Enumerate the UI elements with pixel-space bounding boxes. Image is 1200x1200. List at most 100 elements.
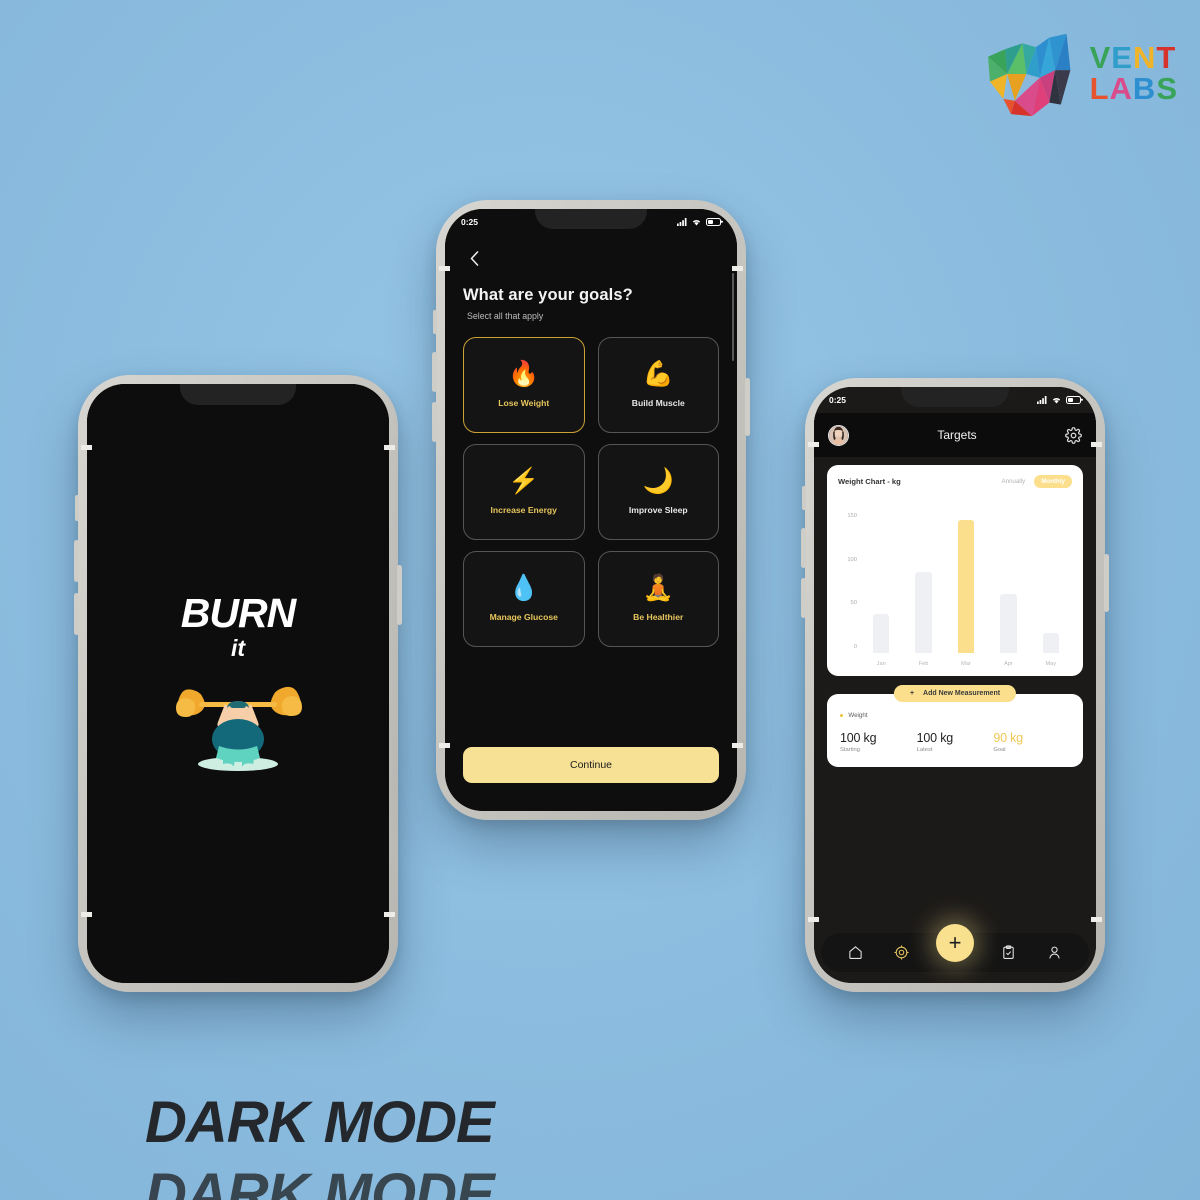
status-bar: 0:25 <box>814 387 1096 413</box>
metric-dot-icon <box>840 713 844 718</box>
antenna-line <box>1091 442 1102 447</box>
volume-up-button[interactable] <box>801 528 806 568</box>
stat-key: Latest <box>916 747 933 753</box>
antenna-line <box>439 743 450 748</box>
phone-screen-goals: 0:25 What are your goals? Select all tha… <box>445 209 737 811</box>
volume-down-button[interactable] <box>432 402 437 442</box>
antenna-line <box>81 445 92 450</box>
gear-icon[interactable] <box>1065 426 1082 444</box>
antenna-line <box>384 912 395 917</box>
range-toggle: Annually Monthly <box>995 475 1072 488</box>
chart-bar[interactable] <box>1042 632 1059 653</box>
y-tick-label: 100 <box>847 556 857 563</box>
caption-dark-mode-secondary: DARK MODE <box>145 1162 495 1200</box>
home-icon[interactable] <box>848 945 863 960</box>
target-icon[interactable] <box>894 945 909 960</box>
phone-mockup-splash: BURN it <box>74 375 402 992</box>
wifi-icon <box>692 220 701 226</box>
add-button-label: Add New Measurement <box>923 690 1001 697</box>
antenna-line <box>384 445 395 450</box>
chart-bar[interactable] <box>957 520 975 653</box>
stat-value: 90 kg <box>993 731 1023 745</box>
app-header: Targets <box>814 413 1096 457</box>
goal-card-build-muscle[interactable]: 💪 Build Muscle <box>597 337 719 433</box>
add-fab-button[interactable]: + <box>936 924 974 962</box>
page-title: Targets <box>937 428 977 442</box>
chevron-left-icon <box>470 250 478 266</box>
logo-burn-text: BURN <box>180 590 296 636</box>
meditation-icon: 🧘 <box>642 574 674 602</box>
power-button[interactable] <box>745 378 750 436</box>
goal-card-label: Increase Energy <box>490 505 557 515</box>
metric-label: Weight <box>848 712 868 719</box>
back-button[interactable] <box>463 247 485 269</box>
mute-switch[interactable] <box>802 486 806 510</box>
bar-group[interactable]: Apr <box>994 500 1024 667</box>
biceps-icon: 💪 <box>642 360 674 388</box>
goal-card-increase-energy[interactable]: ⚡ Increase Energy <box>463 444 585 540</box>
y-axis: 0 50 100 150 <box>838 500 860 668</box>
volume-down-button[interactable] <box>801 578 806 618</box>
bar-group[interactable]: Mar <box>951 500 981 667</box>
power-button[interactable] <box>1104 554 1109 612</box>
y-tick-label: 50 <box>850 600 857 607</box>
mute-switch[interactable] <box>75 495 79 521</box>
chart-bar[interactable] <box>915 571 932 653</box>
bottom-navigation: + <box>821 924 1089 974</box>
x-tick-label: Jan <box>876 661 886 667</box>
bar-group[interactable]: Feb <box>909 500 939 667</box>
volume-up-button[interactable] <box>432 352 437 392</box>
person-icon[interactable] <box>1047 945 1062 960</box>
phone-screen-splash: BURN it <box>87 384 389 983</box>
stat-goal: 90 kg Goal <box>993 731 1070 753</box>
goal-card-grid: 🔥 Lose Weight 💪 Build Muscle ⚡ Increase … <box>463 337 719 647</box>
power-button[interactable] <box>397 565 402 625</box>
antenna-line <box>439 266 450 271</box>
stat-key: Goal <box>993 747 1006 753</box>
range-option-monthly[interactable]: Monthly <box>1034 475 1072 488</box>
brand-logo: VENT LABS <box>986 28 1178 118</box>
battery-icon <box>706 218 721 226</box>
antenna-line <box>732 266 743 271</box>
x-tick-label: May <box>1045 661 1057 667</box>
chart-bar[interactable] <box>873 613 890 653</box>
splash-screen: BURN it <box>87 384 389 983</box>
antenna-line <box>808 917 819 922</box>
goal-card-improve-sleep[interactable]: 🌙 Improve Sleep <box>597 444 719 540</box>
chart-header: Weight Chart - kg Annually Monthly <box>838 475 1072 488</box>
avatar[interactable] <box>828 424 849 446</box>
volume-up-button[interactable] <box>74 540 79 582</box>
antenna-line <box>1091 917 1102 922</box>
add-new-measurement-button[interactable]: + Add New Measurement <box>893 685 1017 702</box>
cellular-signal-icon <box>1037 396 1047 404</box>
measurement-section: + Add New Measurement Weight 100 kg Star… <box>827 685 1083 767</box>
volume-down-button[interactable] <box>74 593 79 635</box>
moon-zzz-icon: 🌙 <box>642 467 674 495</box>
x-tick-label: Apr <box>1004 661 1013 667</box>
stats-row: 100 kg Starting 100 kg Latest 90 kg Goal <box>840 731 1070 753</box>
brand-line-1: VENT <box>1089 40 1177 75</box>
goal-card-label: Manage Glucose <box>489 612 558 622</box>
metric-row: Weight <box>840 712 1070 719</box>
scroll-indicator[interactable] <box>732 273 734 361</box>
stat-value: 100 kg <box>916 731 954 745</box>
mute-switch[interactable] <box>433 310 437 334</box>
bar-group[interactable]: Jan <box>866 500 896 667</box>
goal-card-be-healthier[interactable]: 🧘 Be Healthier <box>597 551 719 647</box>
bar-chart: 0 50 100 150 Jan Feb Mar Apr May <box>838 500 1072 668</box>
page-subtitle: Select all that apply <box>467 311 544 321</box>
chart-bar[interactable] <box>1000 594 1017 653</box>
stat-latest: 100 kg Latest <box>917 731 994 753</box>
lightning-icon: ⚡ <box>508 467 540 495</box>
bar-plot-area: Jan Feb Mar Apr May <box>860 500 1072 668</box>
status-bar: 0:25 <box>445 209 737 235</box>
range-option-annually[interactable]: Annually <box>995 475 1033 488</box>
goal-card-manage-glucose[interactable]: 💧 Manage Glucose <box>463 551 585 647</box>
clipboard-check-icon[interactable] <box>1001 945 1016 960</box>
status-time: 0:25 <box>461 217 479 227</box>
goal-card-lose-weight[interactable]: 🔥 Lose Weight <box>463 337 585 433</box>
goal-card-label: Improve Sleep <box>628 505 688 515</box>
droplets-icon: 💧 <box>508 574 540 602</box>
continue-button[interactable]: Continue <box>463 747 719 783</box>
bar-group[interactable]: May <box>1036 500 1066 667</box>
